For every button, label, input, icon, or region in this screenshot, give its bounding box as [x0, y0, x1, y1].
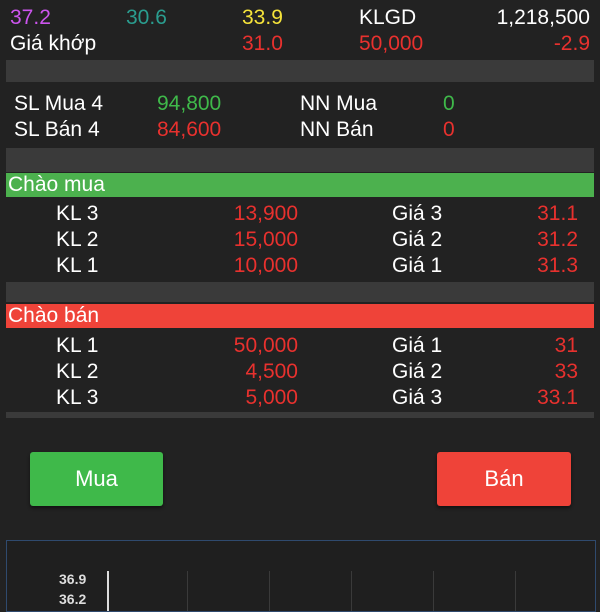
bid-price-label: Giá 1 [392, 254, 443, 277]
volume-stats: SL Mua 4 94,800 NN Mua 0 SL Bán 4 84,600… [0, 88, 600, 144]
grid-line [515, 571, 516, 611]
divider [6, 60, 594, 82]
ask-header-label: Chào bán [8, 304, 100, 327]
sl-buy-value: 94,800 [157, 92, 222, 115]
ask-header: Chào bán [6, 304, 594, 328]
bid-price-value: 31.2 [537, 228, 578, 251]
table-row: KL 3 5,000 Giá 3 33.1 [0, 384, 600, 410]
price-high: 37.2 [10, 6, 51, 29]
sl-buy-label: SL Mua 4 [14, 92, 104, 115]
grid-line [269, 571, 270, 611]
price-chart[interactable]: 36.9 36.2 [6, 540, 596, 612]
ask-volume-label: KL 2 [56, 360, 99, 383]
table-row: KL 1 10,000 Giá 1 31.3 [0, 252, 600, 278]
bid-price-label: Giá 3 [392, 202, 443, 225]
sl-sell-value: 84,600 [157, 118, 222, 141]
buy-button[interactable]: Mua [30, 452, 163, 506]
bid-header-label: Chào mua [8, 173, 105, 196]
foreign-buy-label: NN Mua [300, 92, 378, 115]
ask-table: KL 1 50,000 Giá 1 31 KL 2 4,500 Giá 2 33… [0, 330, 600, 414]
bid-volume-value: 10,000 [233, 254, 298, 277]
table-row: KL 3 13,900 Giá 3 31.1 [0, 200, 600, 226]
grid-line [433, 571, 434, 611]
ask-price-value: 33.1 [537, 386, 578, 409]
y-axis [107, 571, 109, 611]
y-tick-label: 36.9 [59, 571, 87, 587]
ask-volume-label: KL 3 [56, 386, 99, 409]
bid-volume-value: 15,000 [233, 228, 298, 251]
grid-line [351, 571, 352, 611]
ask-volume-value: 4,500 [245, 360, 298, 383]
bid-volume-value: 13,900 [233, 202, 298, 225]
foreign-sell-value: 0 [443, 118, 455, 141]
y-tick-label: 36.2 [59, 591, 87, 607]
klgd-label: KLGD [359, 6, 417, 29]
grid-line [187, 571, 188, 611]
price-strip: 37.2 30.6 33.9 KLGD 1,218,500 Giá khớp 3… [0, 0, 600, 58]
klgd-value: 1,218,500 [496, 6, 590, 29]
ask-volume-value: 50,000 [233, 334, 298, 357]
foreign-buy-value: 0 [443, 92, 455, 115]
bid-header: Chào mua [6, 173, 594, 197]
bid-volume-label: KL 3 [56, 202, 99, 225]
ask-price-value: 33 [554, 360, 578, 383]
bid-volume-label: KL 2 [56, 228, 99, 251]
divider [6, 148, 594, 172]
ask-price-label: Giá 3 [392, 386, 443, 409]
bid-volume-label: KL 1 [56, 254, 99, 277]
bid-price-label: Giá 2 [392, 228, 443, 251]
foreign-sell-label: NN Bán [300, 118, 374, 141]
match-volume: 50,000 [359, 32, 424, 55]
ask-price-label: Giá 1 [392, 334, 443, 357]
ask-price-label: Giá 2 [392, 360, 443, 383]
divider [6, 282, 594, 302]
table-row: KL 1 50,000 Giá 1 31 [0, 332, 600, 358]
ask-price-value: 31 [554, 334, 578, 357]
sell-button[interactable]: Bán [437, 452, 571, 506]
match-price-label: Giá khớp [10, 32, 97, 55]
bid-price-value: 31.3 [537, 254, 578, 277]
price-reference: 30.6 [126, 6, 167, 29]
bid-price-value: 31.1 [537, 202, 578, 225]
divider [6, 412, 594, 418]
match-price: 31.0 [242, 32, 283, 55]
table-row: KL 2 4,500 Giá 2 33 [0, 358, 600, 384]
ask-volume-label: KL 1 [56, 334, 99, 357]
price-ceiling: 33.9 [242, 6, 283, 29]
sl-sell-label: SL Bán 4 [14, 118, 100, 141]
bid-table: KL 3 13,900 Giá 3 31.1 KL 2 15,000 Giá 2… [0, 198, 600, 282]
table-row: KL 2 15,000 Giá 2 31.2 [0, 226, 600, 252]
ask-volume-value: 5,000 [245, 386, 298, 409]
match-change: -2.9 [553, 32, 590, 55]
